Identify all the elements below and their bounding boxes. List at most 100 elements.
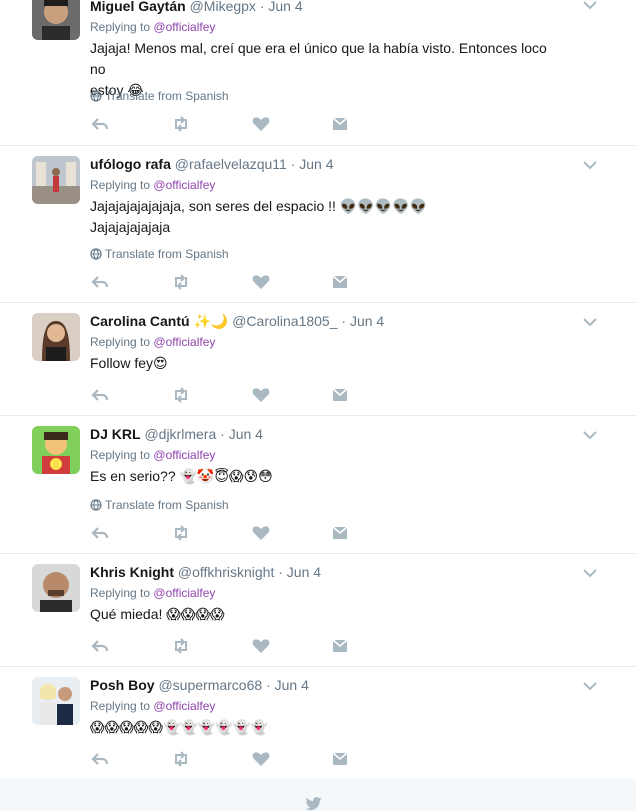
chevron-down-icon[interactable] — [582, 0, 598, 10]
separator-dot: · — [259, 0, 265, 14]
avatar[interactable] — [32, 564, 80, 612]
tweet-text-line: 😱😱😱😱😱👻👻👻👻👻👻 — [90, 719, 268, 735]
replying-to-link[interactable]: @officialfey — [153, 448, 215, 462]
globe-icon — [90, 90, 102, 102]
timestamp[interactable]: Jun 4 — [350, 313, 384, 329]
replying-to-label: Replying to — [90, 586, 151, 600]
reply-icon[interactable] — [90, 114, 110, 134]
heart-icon[interactable] — [251, 272, 271, 292]
reply-icon[interactable] — [90, 272, 110, 292]
chevron-down-icon[interactable] — [582, 315, 598, 327]
retweet-icon[interactable] — [171, 385, 191, 405]
tweet-actions — [90, 385, 360, 405]
tweet[interactable]: Carolina Cantú ✨🌙 @Carolina1805_ · Jun 4… — [0, 303, 636, 416]
display-name[interactable]: ufólogo rafa — [90, 156, 171, 172]
chevron-down-icon[interactable] — [582, 158, 598, 170]
avatar[interactable] — [32, 156, 80, 204]
display-name[interactable]: Khris Knight — [90, 564, 174, 580]
display-name[interactable]: DJ KRL — [90, 426, 141, 442]
tweet-header: Carolina Cantú ✨🌙 @Carolina1805_ · Jun 4 — [90, 312, 384, 330]
display-name[interactable]: Miguel Gaytán — [90, 0, 186, 14]
avatar-woman-icon — [32, 313, 80, 361]
tweet-text: Qué mieda! 😱😱😱😱 — [90, 604, 560, 625]
tweet[interactable]: Miguel Gaytán @Mikegpx · Jun 4 Replying … — [0, 0, 636, 146]
avatar[interactable] — [32, 0, 80, 40]
replying-to-link[interactable]: @officialfey — [153, 178, 215, 192]
user-handle[interactable]: @djkrlmera — [144, 426, 216, 442]
tweet[interactable]: Posh Boy @supermarco68 · Jun 4 Replying … — [0, 667, 636, 779]
reply-icon[interactable] — [90, 636, 110, 656]
reply-icon[interactable] — [90, 523, 110, 543]
avatar[interactable] — [32, 426, 80, 474]
tweet[interactable]: ufólogo rafa @rafaelvelazqu11 · Jun 4 Re… — [0, 146, 636, 303]
avatar[interactable] — [32, 677, 80, 725]
envelope-icon[interactable] — [330, 385, 350, 405]
replying-to: Replying to @officialfey — [90, 19, 215, 35]
envelope-icon[interactable] — [330, 114, 350, 134]
display-name[interactable]: Posh Boy — [90, 677, 155, 693]
retweet-icon[interactable] — [171, 523, 191, 543]
tweet-header: Posh Boy @supermarco68 · Jun 4 — [90, 676, 309, 694]
replying-to: Replying to @officialfey — [90, 177, 215, 193]
envelope-icon[interactable] — [330, 749, 350, 769]
replying-to-link[interactable]: @officialfey — [153, 699, 215, 713]
timestamp[interactable]: Jun 4 — [268, 0, 302, 14]
tweet-text-line: Jajaja! Menos mal, creí que era el único… — [90, 40, 547, 77]
retweet-icon[interactable] — [171, 114, 191, 134]
timestamp[interactable]: Jun 4 — [299, 156, 333, 172]
heart-icon[interactable] — [251, 523, 271, 543]
tweet-header: Miguel Gaytán @Mikegpx · Jun 4 — [90, 0, 303, 15]
translate-link[interactable]: Translate from Spanish — [90, 246, 229, 262]
tweet-actions — [90, 272, 360, 292]
replying-to-link[interactable]: @officialfey — [153, 20, 215, 34]
reply-icon[interactable] — [90, 749, 110, 769]
avatar-bald-man-icon — [32, 564, 80, 612]
user-handle[interactable]: @offkhrisknight — [178, 564, 274, 580]
envelope-icon[interactable] — [330, 523, 350, 543]
tweet-text: Jajajajajajajaja, son seres del espacio … — [90, 196, 560, 238]
envelope-icon[interactable] — [330, 636, 350, 656]
timestamp[interactable]: Jun 4 — [229, 426, 263, 442]
heart-icon[interactable] — [251, 749, 271, 769]
translate-link[interactable]: Translate from Spanish — [90, 497, 229, 513]
user-handle[interactable]: @Carolina1805_ — [232, 313, 337, 329]
reply-icon[interactable] — [90, 385, 110, 405]
retweet-icon[interactable] — [171, 272, 191, 292]
heart-icon[interactable] — [251, 636, 271, 656]
replying-to-link[interactable]: @officialfey — [153, 335, 215, 349]
tweet-text: Follow fey😍 — [90, 353, 560, 374]
replying-to: Replying to @officialfey — [90, 447, 215, 463]
chevron-down-icon[interactable] — [582, 566, 598, 578]
user-handle[interactable]: @Mikegpx — [190, 0, 256, 14]
replying-to: Replying to @officialfey — [90, 585, 215, 601]
translate-link[interactable]: Translate from Spanish — [90, 88, 229, 104]
tweet[interactable]: Khris Knight @offkhrisknight · Jun 4 Rep… — [0, 554, 636, 667]
timestamp[interactable]: Jun 4 — [287, 564, 321, 580]
avatar[interactable] — [32, 313, 80, 361]
tweet-text: Es en serio?? 👻🤡😇😱😰😳 — [90, 466, 560, 487]
tweet-header: DJ KRL @djkrlmera · Jun 4 — [90, 425, 263, 443]
replying-to-link[interactable]: @officialfey — [153, 586, 215, 600]
chevron-down-icon[interactable] — [582, 679, 598, 691]
retweet-icon[interactable] — [171, 636, 191, 656]
heart-icon[interactable] — [251, 114, 271, 134]
retweet-icon[interactable] — [171, 749, 191, 769]
replying-to-label: Replying to — [90, 20, 151, 34]
translate-label[interactable]: Translate from Spanish — [105, 89, 229, 103]
avatar-man-icon — [32, 0, 80, 40]
envelope-icon[interactable] — [330, 272, 350, 292]
timestamp[interactable]: Jun 4 — [275, 677, 309, 693]
tweet[interactable]: DJ KRL @djkrlmera · Jun 4 Replying to @o… — [0, 416, 636, 554]
avatar-cartoon-icon — [32, 426, 80, 474]
translate-label[interactable]: Translate from Spanish — [105, 247, 229, 261]
tweet-text-line: Qué mieda! 😱😱😱😱 — [90, 606, 225, 622]
user-handle[interactable]: @rafaelvelazqu11 — [175, 156, 287, 172]
tweet-text: 😱😱😱😱😱👻👻👻👻👻👻 — [90, 717, 560, 738]
chevron-down-icon[interactable] — [582, 428, 598, 440]
translate-label[interactable]: Translate from Spanish — [105, 498, 229, 512]
display-name[interactable]: Carolina Cantú ✨🌙 — [90, 313, 228, 329]
user-handle[interactable]: @supermarco68 — [158, 677, 262, 693]
timeline-footer — [0, 779, 636, 811]
heart-icon[interactable] — [251, 385, 271, 405]
replying-to: Replying to @officialfey — [90, 698, 215, 714]
